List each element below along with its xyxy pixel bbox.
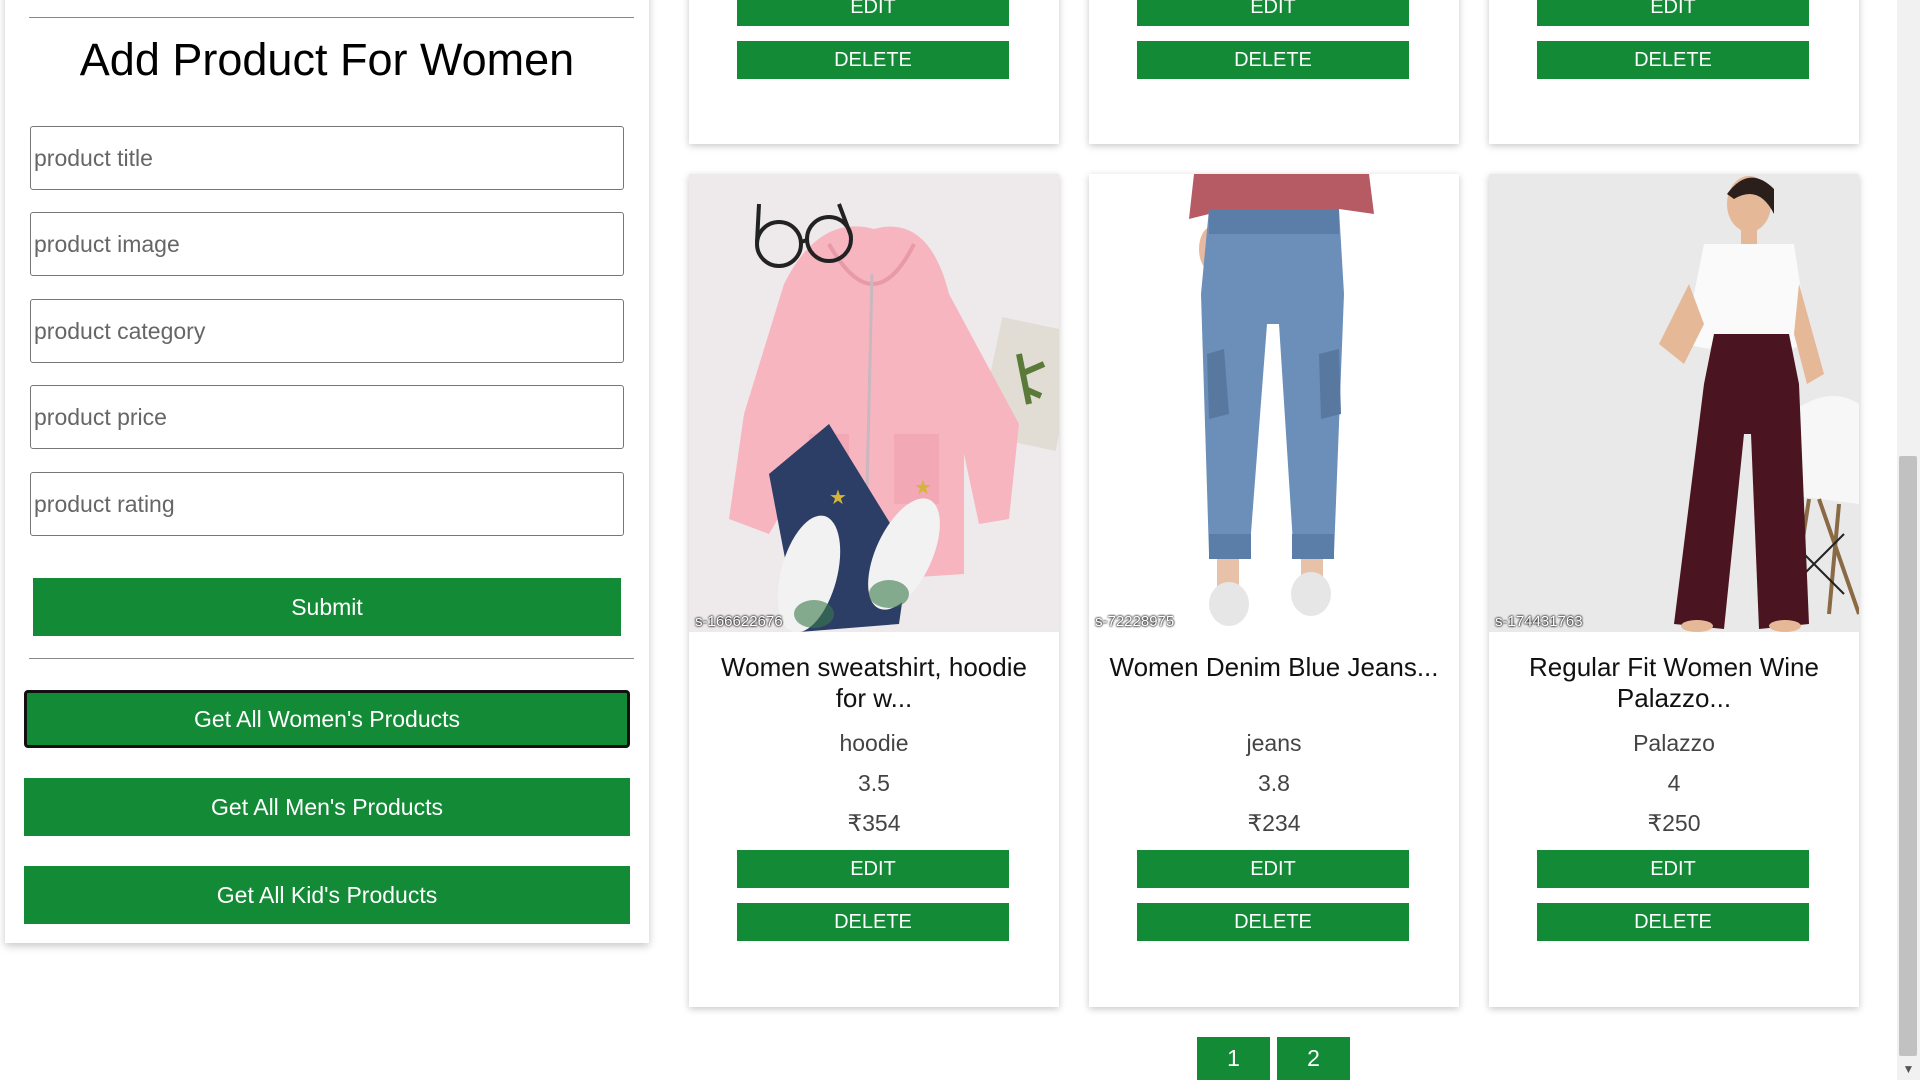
page-2-button[interactable]: 2	[1277, 1037, 1350, 1080]
edit-button[interactable]: EDIT	[737, 850, 1009, 888]
product-price: ₹250	[1647, 810, 1701, 836]
image-watermark: s-72228975	[1095, 613, 1175, 630]
page-1-button[interactable]: 1	[1197, 1037, 1270, 1080]
delete-button[interactable]: DELETE	[1537, 41, 1809, 79]
delete-button[interactable]: DELETE	[737, 903, 1009, 941]
edit-button[interactable]: EDIT	[1137, 850, 1409, 888]
product-title-input[interactable]	[30, 126, 624, 190]
delete-button[interactable]: DELETE	[737, 41, 1009, 79]
product-category: jeans	[1246, 730, 1302, 756]
get-mens-products-button[interactable]: Get All Men's Products	[24, 778, 630, 836]
product-card: s-174431763 Regular Fit Women Wine Palaz…	[1489, 174, 1859, 1007]
submit-button[interactable]: Submit	[33, 578, 621, 636]
get-womens-products-button[interactable]: Get All Women's Products	[24, 690, 630, 748]
product-title: Women Denim Blue Jeans...	[1109, 652, 1439, 682]
product-image-input[interactable]	[30, 212, 624, 276]
edit-button[interactable]: EDIT	[1137, 0, 1409, 26]
product-price-input[interactable]	[30, 385, 624, 449]
product-category: Palazzo	[1633, 730, 1715, 756]
product-price: ₹354	[847, 810, 901, 836]
product-card: EDIT DELETE	[689, 0, 1059, 144]
edit-button[interactable]: EDIT	[737, 0, 1009, 26]
page: Add Product For Women Submit Get All Wom…	[0, 0, 1920, 1080]
product-rating: 4	[1667, 770, 1681, 796]
image-watermark: s-166622676	[695, 613, 783, 630]
divider	[29, 658, 634, 659]
product-price: ₹234	[1247, 810, 1301, 836]
product-image: s-174431763	[1489, 174, 1859, 632]
delete-button[interactable]: DELETE	[1137, 41, 1409, 79]
divider	[29, 17, 634, 18]
delete-button[interactable]: DELETE	[1537, 903, 1809, 941]
product-card: EDIT DELETE	[1489, 0, 1859, 144]
svg-text:★: ★	[829, 487, 847, 509]
product-rating: 3.5	[858, 770, 890, 796]
add-product-panel: Add Product For Women Submit Get All Wom…	[5, 0, 649, 943]
product-image: s-72228975	[1089, 174, 1459, 632]
edit-button[interactable]: EDIT	[1537, 850, 1809, 888]
image-watermark: s-174431763	[1495, 613, 1583, 630]
product-category-input[interactable]	[30, 299, 624, 363]
product-card: ★ ★ s-166622676 Women sweatshirt, hoodie…	[689, 174, 1059, 1007]
product-rating-input[interactable]	[30, 472, 624, 536]
scroll-down-arrow-icon[interactable]: ▼	[1897, 1058, 1920, 1080]
product-category: hoodie	[839, 730, 909, 756]
product-image: ★ ★ s-166622676	[689, 174, 1059, 632]
product-card: s-72228975 Women Denim Blue Jeans... jea…	[1089, 174, 1459, 1007]
svg-text:★: ★	[914, 477, 932, 499]
get-kids-products-button[interactable]: Get All Kid's Products	[24, 866, 630, 924]
product-rating: 3.8	[1258, 770, 1290, 796]
delete-button[interactable]: DELETE	[1137, 903, 1409, 941]
product-title: Regular Fit Women Wine Palazzo...	[1529, 652, 1819, 713]
scrollbar-thumb[interactable]	[1899, 456, 1917, 1056]
form-title: Add Product For Women	[79, 34, 575, 85]
product-title: Women sweatshirt, hoodie for w...	[721, 652, 1027, 713]
edit-button[interactable]: EDIT	[1537, 0, 1809, 26]
product-card: EDIT DELETE	[1089, 0, 1459, 144]
